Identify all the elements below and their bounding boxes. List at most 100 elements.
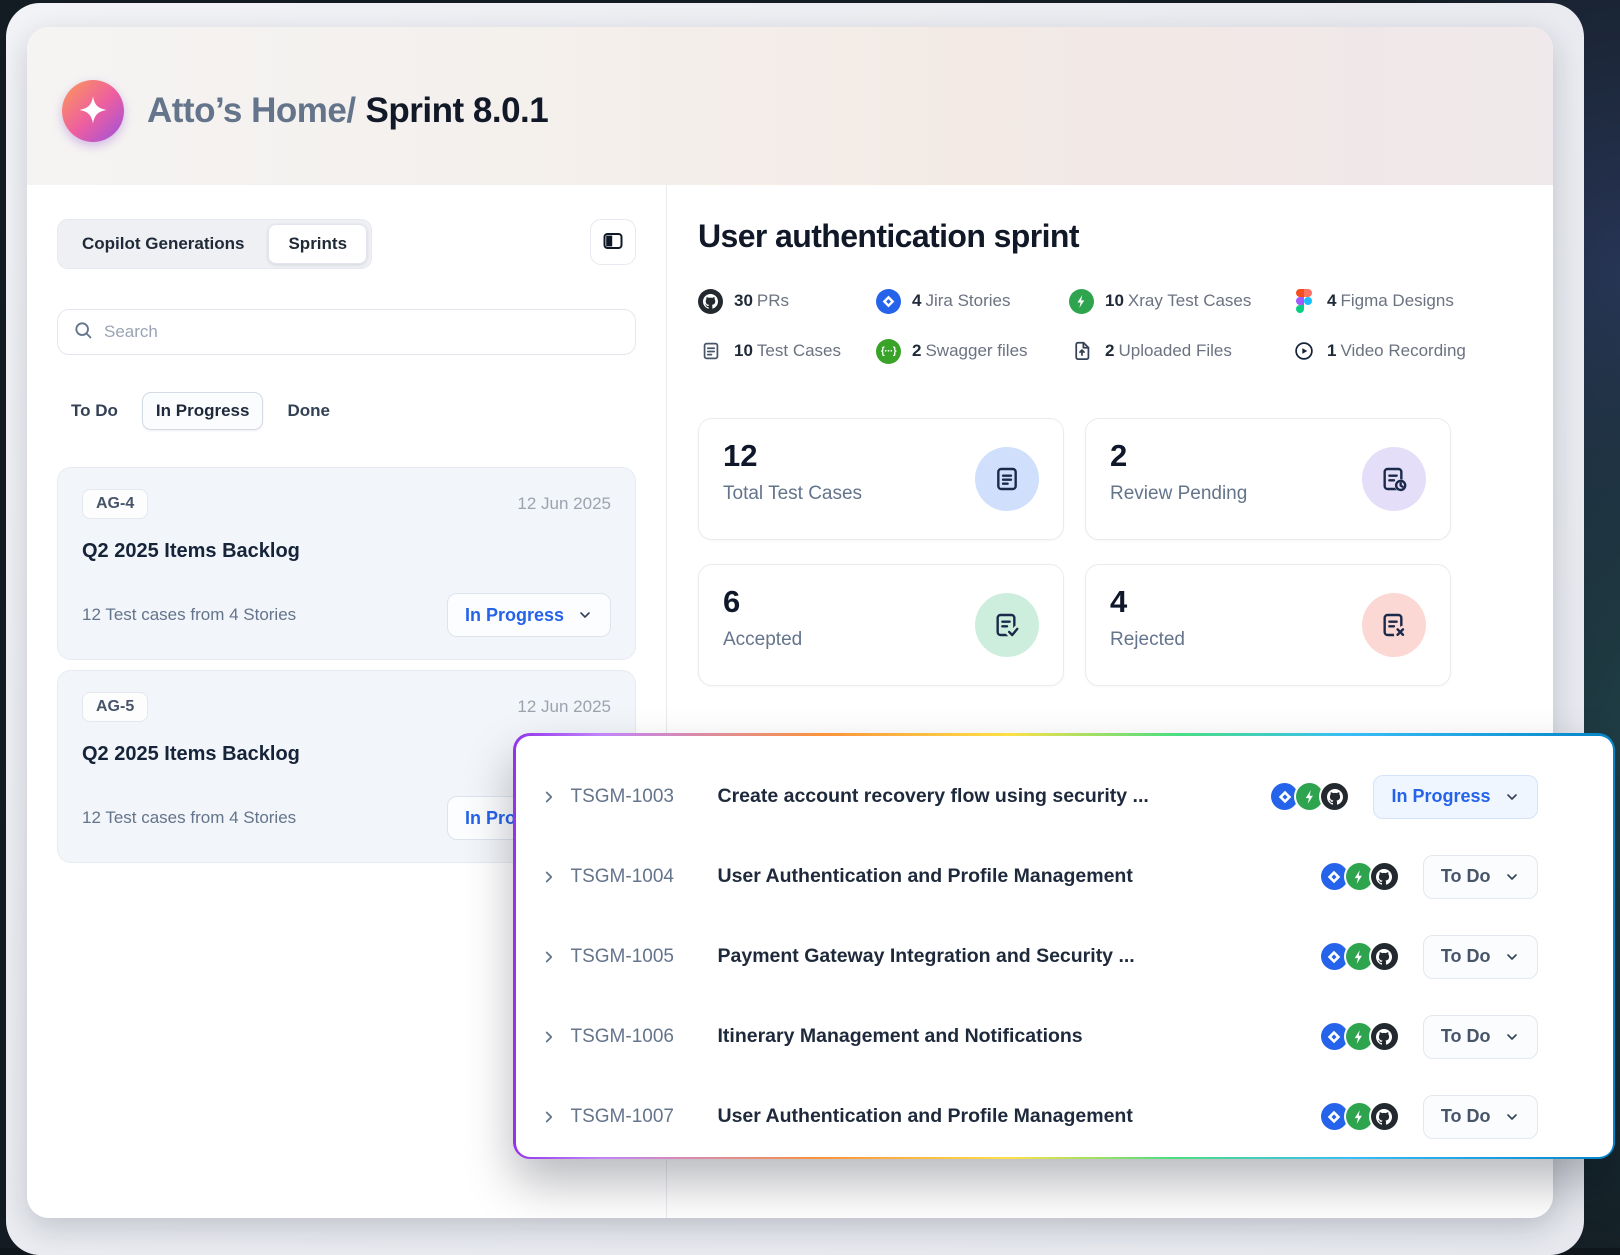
search-icon — [73, 320, 93, 345]
generation-subtitle: 12 Test cases from 4 Stories — [82, 808, 296, 828]
github-icon[interactable] — [1321, 783, 1348, 810]
summary-card: 2 Review Pending — [1085, 418, 1451, 540]
figma-icon — [1291, 289, 1316, 314]
sprint-stat: 4Figma Designs — [1291, 288, 1473, 314]
chevron-right-icon — [540, 788, 558, 806]
atto-logo-icon — [62, 80, 124, 142]
story-row[interactable]: TSGM-1003 Create account recovery flow u… — [536, 757, 1538, 837]
jira-icon — [876, 289, 901, 314]
expand-row-button[interactable] — [536, 944, 562, 970]
story-id: TSGM-1003 — [571, 786, 718, 808]
generation-card[interactable]: AG-4 12 Jun 2025 Q2 2025 Items Backlog 1… — [57, 467, 636, 660]
xray-icon[interactable] — [1296, 783, 1323, 810]
story-status-select[interactable]: To Do — [1423, 935, 1538, 979]
doc-check-icon — [991, 609, 1023, 641]
sprint-stat: {···} 2Swagger files — [876, 338, 1069, 364]
chevron-down-icon — [1504, 789, 1520, 805]
test-cases-icon — [698, 339, 723, 364]
story-list: TSGM-1003 Create account recovery flow u… — [516, 736, 1613, 1157]
generation-title: Q2 2025 Items Backlog — [82, 540, 611, 563]
sprint-stat: 1Video Recording — [1291, 338, 1473, 364]
story-status-select[interactable]: In Progress — [1373, 775, 1537, 819]
summary-cards: 12 Total Test Cases 2 Review Pending 6 A… — [698, 418, 1553, 686]
chevron-down-icon — [1504, 949, 1520, 965]
doc-x-icon — [1378, 609, 1410, 641]
xray-icon[interactable] — [1346, 863, 1373, 890]
generation-id-badge: AG-5 — [82, 692, 148, 722]
github-icon[interactable] — [1371, 1023, 1398, 1050]
summary-card: 4 Rejected — [1085, 564, 1451, 686]
github-icon[interactable] — [1371, 1103, 1398, 1130]
summary-card: 6 Accepted — [698, 564, 1064, 686]
story-title: User Authentication and Profile Manageme… — [718, 1105, 1301, 1128]
tab-copilot-generations[interactable]: Copilot Generations — [62, 224, 264, 264]
expand-row-button[interactable] — [536, 1024, 562, 1050]
app-header: Atto’s Home/Sprint 8.0.1 — [27, 27, 1553, 185]
summary-card: 12 Total Test Cases — [698, 418, 1064, 540]
stories-overlay: TSGM-1003 Create account recovery flow u… — [513, 733, 1615, 1159]
jira-icon[interactable] — [1271, 783, 1298, 810]
story-row[interactable]: TSGM-1005 Payment Gateway Integration an… — [536, 917, 1538, 997]
chevron-right-icon — [540, 1028, 558, 1046]
story-row[interactable]: TSGM-1007 User Authentication and Profil… — [536, 1077, 1538, 1157]
sprint-stats: 30PRs 4Jira Stories 10Xray Test Cases 4F… — [698, 288, 1473, 364]
filter-tab-todo[interactable]: To Do — [57, 392, 132, 430]
filter-tab-in-progress[interactable]: In Progress — [142, 392, 264, 430]
jira-icon[interactable] — [1321, 943, 1348, 970]
swagger-icon: {···} — [876, 339, 901, 364]
search-box — [57, 309, 636, 355]
xray-icon[interactable] — [1346, 943, 1373, 970]
story-status-select[interactable]: To Do — [1423, 1095, 1538, 1139]
sprint-stat: 30PRs — [698, 288, 876, 314]
filter-tab-done[interactable]: Done — [273, 392, 344, 430]
github-icon — [698, 289, 723, 314]
generation-id-badge: AG-4 — [82, 489, 148, 519]
story-status-select[interactable]: To Do — [1423, 855, 1538, 899]
expand-row-button[interactable] — [536, 864, 562, 890]
jira-icon[interactable] — [1321, 1023, 1348, 1050]
desktop-background: Atto’s Home/Sprint 8.0.1 Copilot Generat… — [0, 0, 1620, 1248]
sprint-stat: 2Uploaded Files — [1069, 338, 1291, 364]
story-id: TSGM-1007 — [571, 1106, 718, 1128]
tab-sprints[interactable]: Sprints — [268, 224, 367, 264]
story-title: Itinerary Management and Notifications — [718, 1025, 1301, 1048]
story-title: Payment Gateway Integration and Security… — [718, 945, 1301, 968]
expand-row-button[interactable] — [536, 784, 562, 810]
sprint-stat: 4Jira Stories — [876, 288, 1069, 314]
generation-status-select[interactable]: In Progress — [447, 593, 611, 637]
story-row[interactable]: TSGM-1004 User Authentication and Profil… — [536, 837, 1538, 917]
sprint-stat: 10Xray Test Cases — [1069, 288, 1291, 314]
jira-icon[interactable] — [1321, 863, 1348, 890]
generation-date: 12 Jun 2025 — [517, 494, 611, 514]
xray-icon — [1069, 289, 1094, 314]
doc-icon — [991, 463, 1023, 495]
chevron-down-icon — [577, 607, 593, 623]
status-filter-tabs: To Do In Progress Done — [57, 392, 636, 430]
generation-date: 12 Jun 2025 — [517, 697, 611, 717]
chevron-down-icon — [1504, 1109, 1520, 1125]
chevron-down-icon — [1504, 869, 1520, 885]
xray-icon[interactable] — [1346, 1023, 1373, 1050]
view-switcher: Copilot Generations Sprints — [57, 219, 372, 269]
github-icon[interactable] — [1371, 863, 1398, 890]
video-icon — [1291, 339, 1316, 364]
chevron-right-icon — [540, 948, 558, 966]
story-status-select[interactable]: To Do — [1423, 1015, 1538, 1059]
sprint-title: User authentication sprint — [698, 218, 1553, 258]
upload-file-icon — [1069, 339, 1094, 364]
collapse-sidebar-button[interactable] — [590, 219, 636, 265]
doc-clock-icon — [1378, 463, 1410, 495]
expand-row-button[interactable] — [536, 1104, 562, 1130]
sprint-stat: 10Test Cases — [698, 338, 876, 364]
page-title: Atto’s Home/Sprint 8.0.1 — [147, 91, 548, 131]
jira-icon[interactable] — [1321, 1103, 1348, 1130]
generation-subtitle: 12 Test cases from 4 Stories — [82, 605, 296, 625]
story-row[interactable]: TSGM-1006 Itinerary Management and Notif… — [536, 997, 1538, 1077]
story-title: User Authentication and Profile Manageme… — [718, 865, 1301, 888]
search-input[interactable] — [104, 322, 620, 342]
xray-icon[interactable] — [1346, 1103, 1373, 1130]
github-icon[interactable] — [1371, 943, 1398, 970]
sidebar-panel-icon — [601, 229, 625, 256]
chevron-right-icon — [540, 868, 558, 886]
story-id: TSGM-1004 — [571, 866, 718, 888]
